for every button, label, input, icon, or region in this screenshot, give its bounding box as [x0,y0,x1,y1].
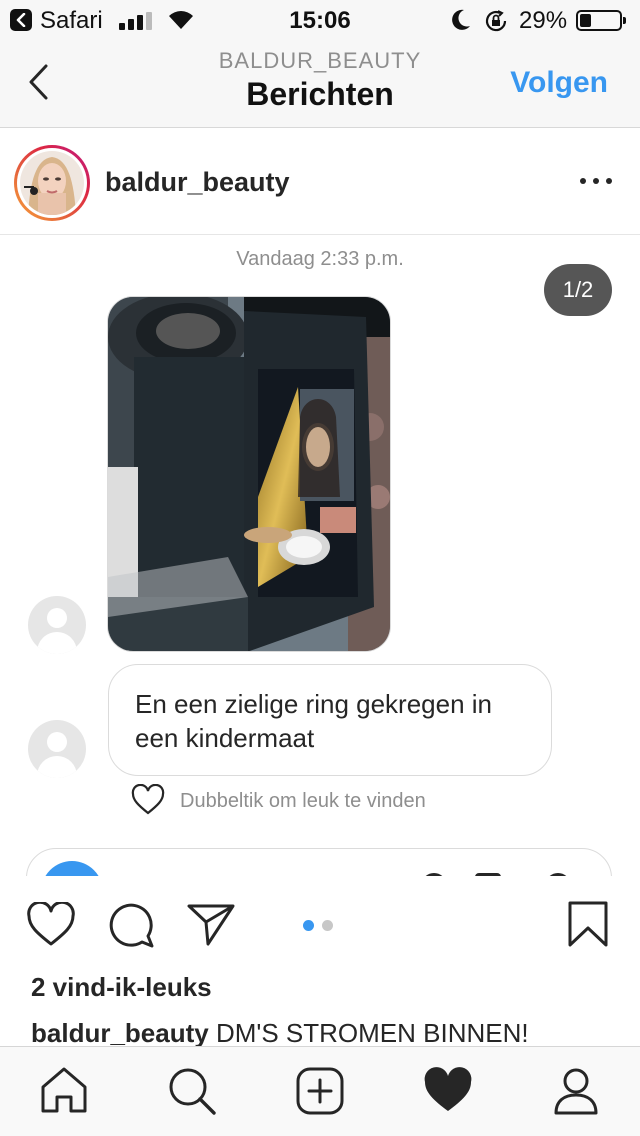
profile-photo [20,151,84,215]
likes-count[interactable]: 2 vind-ik-leuks [31,972,212,1003]
more-horizontal-icon[interactable] [580,173,612,193]
battery-icon [576,10,626,31]
bookmark-icon[interactable] [566,900,610,948]
chat-screenshot: Vandaag 2:33 p.m. En een zielige ring ge… [0,236,640,876]
message-timestamp: Vandaag 2:33 p.m. [236,248,404,270]
battery-percent: 29% [519,7,568,34]
comment-icon[interactable] [108,902,156,948]
sender-avatar [28,720,86,778]
home-icon[interactable] [38,1065,90,1117]
post-caption: baldur_beauty DM'S STROMEN BINNEN! [31,1018,631,1046]
carousel-dot [322,920,333,931]
photo-message[interactable] [107,296,391,652]
avatar[interactable] [14,145,90,221]
carousel-dot [303,920,314,931]
caption-username[interactable]: baldur_beauty [31,1018,209,1046]
rotation-lock-icon [485,10,507,32]
carousel-counter: 1/2 [544,264,612,316]
profile-icon[interactable] [550,1065,602,1117]
moon-icon [452,9,470,30]
activity-heart-icon[interactable] [422,1065,474,1117]
post-header: baldur_beauty [0,129,640,235]
tab-bar [0,1046,640,1136]
message-composer [26,848,612,876]
camera-button [41,861,103,876]
message-bubble[interactable]: En een zielige ring gekregen in een kind… [108,664,552,776]
heart-outline-icon [131,784,165,815]
heart-outline-icon[interactable] [26,902,76,948]
like-hint-label: Dubbeltik om leuk te vinden [180,790,426,812]
nav-bar: BALDUR_BEAUTY Berichten Volgen [0,40,640,128]
post-action-bar [0,876,640,966]
new-post-icon[interactable] [294,1065,346,1117]
caption-text: DM'S STROMEN BINNEN! [215,1018,529,1046]
post-username[interactable]: baldur_beauty [105,167,290,198]
follow-button[interactable]: Volgen [510,66,608,100]
share-icon[interactable] [186,902,236,948]
sender-avatar [28,596,86,654]
status-bar: Safari 15:06 29% [0,0,640,40]
search-icon[interactable] [166,1065,218,1117]
